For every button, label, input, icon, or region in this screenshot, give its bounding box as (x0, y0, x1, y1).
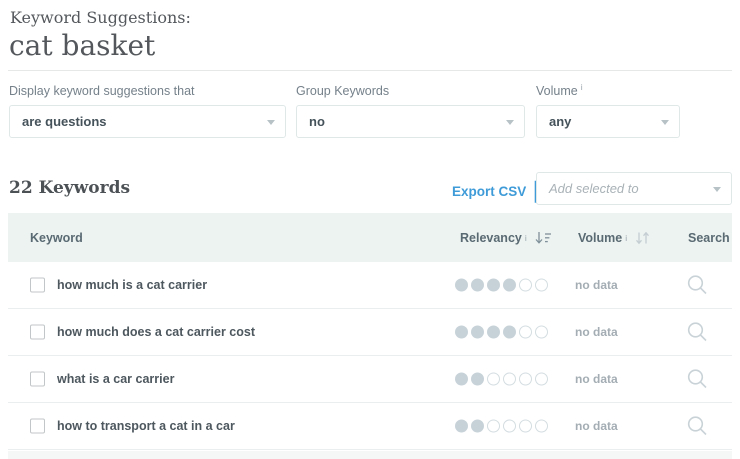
keyword-cell: how to transport a cat in a car (57, 419, 235, 433)
relevancy-dot (519, 279, 532, 292)
keyword-suggestions-page: Keyword Suggestions: cat basket Display … (0, 0, 740, 459)
keyword-cell: how much does a cat carrier cost (57, 325, 255, 339)
relevancy-dot (519, 420, 532, 433)
row-checkbox[interactable] (30, 419, 45, 434)
table-row: how much is a cat carrier no data (8, 262, 732, 309)
relevancy-dot (471, 373, 484, 386)
relevancy-dot (535, 326, 548, 339)
relevancy-dot (471, 326, 484, 339)
filter-volume-label-text: Volume (536, 84, 578, 98)
filter-suggestions-label: Display keyword suggestions that (9, 84, 286, 99)
next-section-band (8, 451, 732, 459)
relevancy-dot (487, 373, 500, 386)
column-header-keyword: Keyword (30, 231, 83, 245)
relevancy-dots (455, 373, 548, 386)
row-checkbox[interactable] (30, 325, 45, 340)
header-divider (8, 70, 732, 71)
keyword-cell: how much is a cat carrier (57, 278, 207, 292)
info-icon[interactable]: i (581, 82, 583, 92)
sort-descending-icon[interactable] (535, 231, 552, 245)
row-checkbox[interactable] (30, 278, 45, 293)
page-subtitle: Keyword Suggestions: (10, 8, 191, 27)
filter-suggestions: Display keyword suggestions that are que… (9, 84, 286, 138)
sort-unsorted-icon[interactable] (635, 231, 650, 245)
relevancy-dot (519, 373, 532, 386)
relevancy-dot (471, 420, 484, 433)
page-title: cat basket (9, 29, 155, 62)
filter-volume: Volumei any (536, 84, 680, 138)
add-selected-dropdown[interactable]: Add selected to (536, 172, 732, 205)
relevancy-dot (487, 279, 500, 292)
chevron-down-icon (267, 120, 275, 125)
relevancy-dot (535, 279, 548, 292)
relevancy-dot (455, 279, 468, 292)
row-checkbox[interactable] (30, 372, 45, 387)
relevancy-dot (471, 279, 484, 292)
export-csv-label: Export CSV (452, 184, 526, 199)
column-header-relevancy-text: Relevancy (460, 231, 522, 245)
keyword-cell: what is a car carrier (57, 372, 174, 386)
relevancy-dot (503, 279, 516, 292)
table-row: how much does a cat carrier cost no data (8, 309, 732, 356)
search-icon[interactable] (686, 368, 709, 391)
volume-cell: no data (575, 419, 618, 433)
relevancy-dot (535, 373, 548, 386)
table-row: how to transport a cat in a car no data (8, 403, 732, 450)
volume-cell: no data (575, 325, 618, 339)
column-header-volume-text: Volume (578, 231, 622, 245)
relevancy-dot (535, 420, 548, 433)
chevron-down-icon (713, 187, 721, 192)
filter-volume-label: Volumei (536, 84, 680, 99)
relevancy-dot (503, 420, 516, 433)
filter-suggestions-value: are questions (22, 114, 107, 129)
search-icon[interactable] (686, 321, 709, 344)
filters-bar: Display keyword suggestions that are que… (9, 84, 732, 140)
relevancy-dots (455, 326, 548, 339)
relevancy-dot (455, 420, 468, 433)
column-header-search: Search (688, 231, 730, 245)
search-icon[interactable] (686, 274, 709, 297)
table-row: what is a car carrier no data (8, 356, 732, 403)
filter-group-select[interactable]: no (296, 105, 525, 138)
volume-cell: no data (575, 278, 618, 292)
keyword-count: 22 Keywords (9, 178, 130, 198)
relevancy-dots (455, 279, 548, 292)
table-header: Keyword Relevancyi Volumei (8, 213, 732, 262)
relevancy-dot (503, 326, 516, 339)
column-header-volume: Volumei (578, 231, 650, 245)
filter-suggestions-select[interactable]: are questions (9, 105, 286, 138)
table-rows: how much is a cat carrier no data how mu… (8, 262, 732, 450)
relevancy-dot (487, 326, 500, 339)
relevancy-dot (519, 326, 532, 339)
filter-group-keywords: Group Keywords no (296, 84, 525, 138)
filter-volume-value: any (549, 114, 571, 129)
relevancy-dot (503, 373, 516, 386)
relevancy-dots (455, 420, 548, 433)
relevancy-dot (487, 420, 500, 433)
relevancy-dot (455, 373, 468, 386)
relevancy-dot (455, 326, 468, 339)
chevron-down-icon (506, 120, 514, 125)
filter-group-value: no (309, 114, 325, 129)
column-header-relevancy: Relevancyi (460, 231, 552, 245)
search-icon[interactable] (686, 415, 709, 438)
add-selected-placeholder: Add selected to (549, 181, 639, 196)
filter-volume-select[interactable]: any (536, 105, 680, 138)
volume-cell: no data (575, 372, 618, 386)
chevron-down-icon (661, 120, 669, 125)
filter-group-label: Group Keywords (296, 84, 525, 99)
